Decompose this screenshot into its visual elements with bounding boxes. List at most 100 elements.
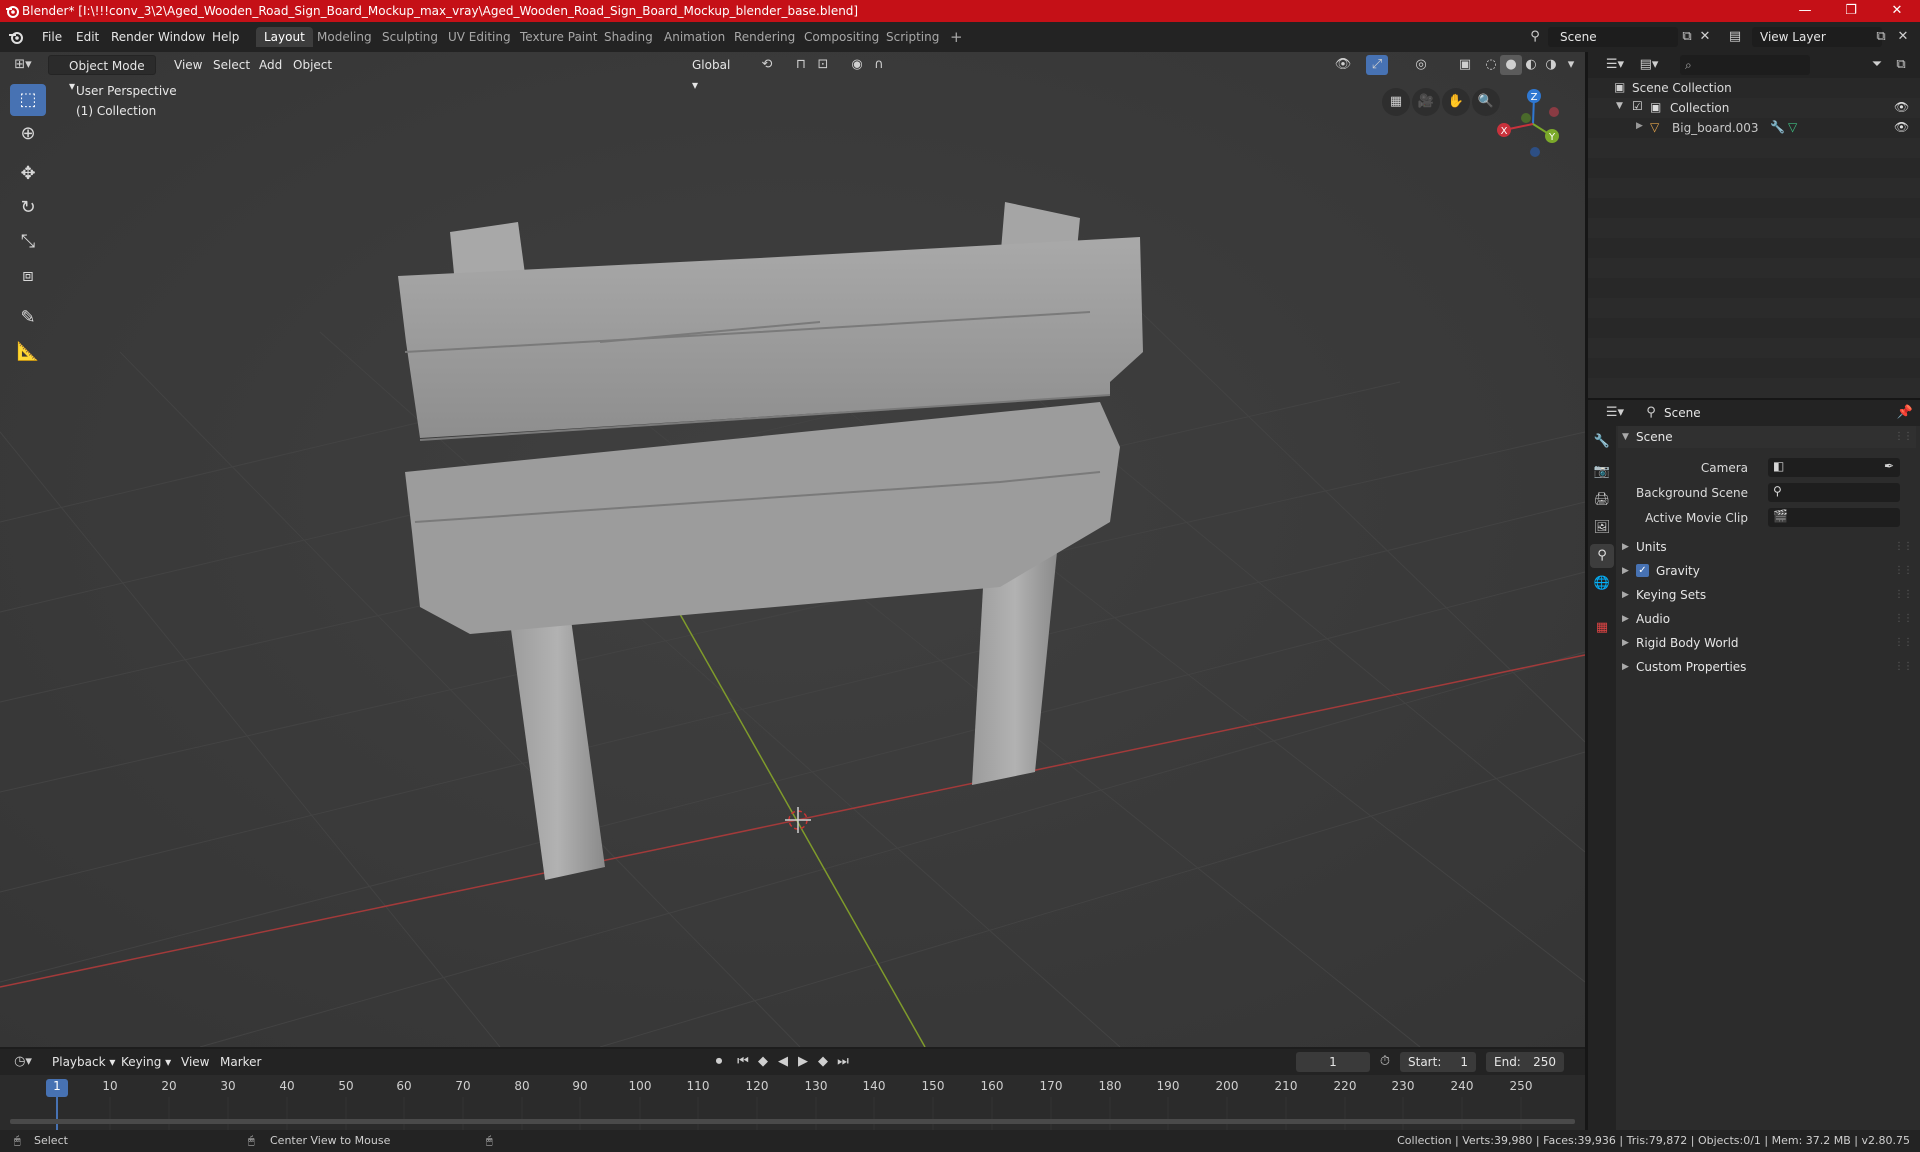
collection-checkbox-icon[interactable]: ☑ xyxy=(1632,99,1643,113)
eyedropper-icon[interactable]: ✒ xyxy=(1884,459,1894,473)
use-preview-range-icon[interactable]: ⏱ xyxy=(1374,1052,1396,1072)
proportional-edit-icon[interactable]: ◉ xyxy=(846,55,868,75)
shading-options-icon[interactable]: ▾ xyxy=(1560,55,1582,75)
menu-help[interactable]: Help xyxy=(206,28,245,46)
next-keyframe-icon[interactable]: ◆ xyxy=(812,1052,834,1072)
delete-scene-icon[interactable]: ✕ xyxy=(1694,27,1716,47)
new-view-layer-icon[interactable]: ⧉ xyxy=(1870,27,1892,47)
rendered-shading-icon[interactable]: ◑ xyxy=(1540,55,1562,75)
modifier-wrench-icon[interactable]: 🔧 xyxy=(1770,120,1785,134)
drag-handle-icon[interactable]: ⋮⋮ xyxy=(1894,632,1913,654)
tab-animation[interactable]: Animation xyxy=(656,27,733,47)
drag-handle-icon[interactable]: ⋮⋮ xyxy=(1894,584,1913,606)
menu-edit[interactable]: Edit xyxy=(70,28,105,46)
rotate-tool-icon[interactable]: ↻ xyxy=(10,192,46,224)
view-layer-icon[interactable]: ▤ xyxy=(1724,27,1746,47)
camera-view-icon[interactable]: 🎥 xyxy=(1412,88,1440,116)
select-box-tool-icon[interactable]: ⬚ xyxy=(10,84,46,116)
new-collection-icon[interactable]: ⧉ xyxy=(1890,55,1912,75)
pivot-icon[interactable]: ⟲ xyxy=(756,55,778,75)
drag-handle-icon[interactable]: ⋮⋮ xyxy=(1894,560,1913,582)
tab-shading[interactable]: Shading xyxy=(596,27,661,47)
drag-handle-icon[interactable]: ⋮⋮ xyxy=(1894,656,1913,678)
tab-modeling[interactable]: Modeling xyxy=(309,27,380,47)
scene-tab-icon[interactable]: ⚲ xyxy=(1590,544,1614,568)
snap-target-icon[interactable]: ⊡ xyxy=(812,55,834,75)
end-frame-field[interactable]: End: 250 xyxy=(1486,1052,1564,1072)
tab-rendering[interactable]: Rendering xyxy=(726,27,803,47)
transform-orientation[interactable]: Global ▾ xyxy=(670,55,746,92)
play-reverse-icon[interactable]: ◀ xyxy=(772,1052,794,1072)
wireframe-shading-icon[interactable]: ◌ xyxy=(1480,55,1502,75)
gravity-checkbox[interactable]: ✓ xyxy=(1636,564,1649,577)
timeline-menu-marker[interactable]: Marker xyxy=(214,1052,267,1072)
transform-tool-icon[interactable]: ⧈ xyxy=(10,260,46,292)
active-movie-clip-field[interactable]: 🎬 xyxy=(1768,508,1900,527)
properties-editor-type-icon[interactable]: ☰▾ xyxy=(1604,403,1626,423)
filter-icon[interactable]: ⏷ xyxy=(1866,55,1888,75)
outliner-object-label[interactable]: Big_board.003 xyxy=(1672,121,1759,135)
current-frame-field[interactable]: 1 xyxy=(1296,1052,1370,1072)
tab-compositing[interactable]: Compositing xyxy=(796,27,887,47)
panel-rigid-body-world[interactable]: ▶ Rigid Body World ⋮⋮ xyxy=(1618,632,1916,654)
tab-layout[interactable]: Layout xyxy=(256,27,313,47)
material-shading-icon[interactable]: ◐ xyxy=(1520,55,1542,75)
timeline-menu-playback[interactable]: Playback ▾ xyxy=(46,1052,121,1072)
scene-selector[interactable]: Scene xyxy=(1548,27,1678,47)
panel-keying-sets[interactable]: ▶ Keying Sets ⋮⋮ xyxy=(1618,584,1916,606)
scale-tool-icon[interactable]: ⤡ xyxy=(10,226,46,258)
move-tool-icon[interactable]: ✥ xyxy=(10,158,46,190)
display-mode-icon[interactable]: ▤▾ xyxy=(1638,55,1660,75)
gizmo-toggle-icon[interactable]: ⤢ xyxy=(1366,55,1388,75)
view-layer-tab-icon[interactable]: 🖼 xyxy=(1590,516,1614,540)
timeline-editor-type-icon[interactable]: ◷▾ xyxy=(12,1052,34,1072)
maximize-button[interactable]: ❐ xyxy=(1828,0,1874,22)
falloff-icon[interactable]: ∩ xyxy=(868,55,890,75)
scene-icon[interactable]: ⚲ xyxy=(1524,27,1546,47)
output-tab-icon[interactable]: 🖨 xyxy=(1590,488,1614,512)
outliner-collection-label[interactable]: Collection xyxy=(1670,101,1729,115)
object-visibility-icon[interactable]: 👁 xyxy=(1894,120,1909,134)
outliner-search-input[interactable]: ⌕ xyxy=(1680,55,1810,75)
mesh-data-icon[interactable]: ▽ xyxy=(1788,120,1797,134)
close-button[interactable]: ✕ xyxy=(1874,0,1920,22)
texture-tab-icon[interactable]: ▦ xyxy=(1590,616,1614,640)
drag-handle-icon[interactable]: ⋮⋮ xyxy=(1894,426,1913,448)
solid-shading-icon[interactable]: ● xyxy=(1500,55,1522,75)
viewport-menu-object[interactable]: Object xyxy=(287,55,338,75)
xray-icon[interactable]: ▣ xyxy=(1454,55,1476,75)
scene-panel-header[interactable]: ▼ Scene ⋮⋮ xyxy=(1618,426,1916,448)
prev-keyframe-icon[interactable]: ◆ xyxy=(752,1052,774,1072)
start-frame-field[interactable]: Start: 1 xyxy=(1400,1052,1476,1072)
timeline-menu-view[interactable]: View xyxy=(175,1052,215,1072)
expand-object-icon[interactable]: ▶ xyxy=(1636,121,1643,131)
annotate-tool-icon[interactable]: ✎ xyxy=(10,302,46,334)
pin-icon[interactable]: 📌 xyxy=(1894,403,1916,423)
panel-audio[interactable]: ▶ Audio ⋮⋮ xyxy=(1618,608,1916,630)
view-layer-selector[interactable]: View Layer xyxy=(1752,27,1882,47)
timeline-menu-keying[interactable]: Keying ▾ xyxy=(115,1052,177,1072)
minimize-button[interactable]: — xyxy=(1782,0,1828,22)
menu-window[interactable]: Window xyxy=(152,28,211,46)
render-tab-icon[interactable]: 📷 xyxy=(1590,460,1614,484)
mode-selector[interactable]: Object Mode ▾ xyxy=(48,55,156,93)
delete-view-layer-icon[interactable]: ✕ xyxy=(1892,27,1914,47)
panel-custom-properties[interactable]: ▶ Custom Properties ⋮⋮ xyxy=(1618,656,1916,678)
measure-tool-icon[interactable]: 📐 xyxy=(10,336,46,368)
background-scene-field[interactable]: ⚲ xyxy=(1768,483,1900,502)
viewport-menu-view[interactable]: View xyxy=(168,55,208,75)
play-icon[interactable]: ▶ xyxy=(792,1052,814,1072)
record-icon[interactable]: ⏺ xyxy=(708,1052,730,1072)
visibility-icon[interactable]: 👁 xyxy=(1332,55,1354,75)
menu-file[interactable]: File xyxy=(36,28,68,46)
panel-gravity[interactable]: ▶ ✓ Gravity ⋮⋮ xyxy=(1618,560,1916,582)
grid-view-icon[interactable]: ▦ xyxy=(1382,88,1410,116)
blender-menu-icon[interactable] xyxy=(8,29,24,45)
drag-handle-icon[interactable]: ⋮⋮ xyxy=(1894,536,1913,558)
camera-field[interactable]: ◧ ✒ xyxy=(1768,458,1900,477)
editor-type-icon[interactable]: ⊞▾ xyxy=(12,55,34,75)
tool-tab-icon[interactable]: 🔧 xyxy=(1590,430,1614,454)
3d-viewport[interactable]: ⊞▾ Object Mode ▾ View Select Add Object … xyxy=(0,52,1585,1047)
tab-texture-paint[interactable]: Texture Paint xyxy=(512,27,605,47)
jump-end-icon[interactable]: ⏭ xyxy=(832,1052,854,1072)
